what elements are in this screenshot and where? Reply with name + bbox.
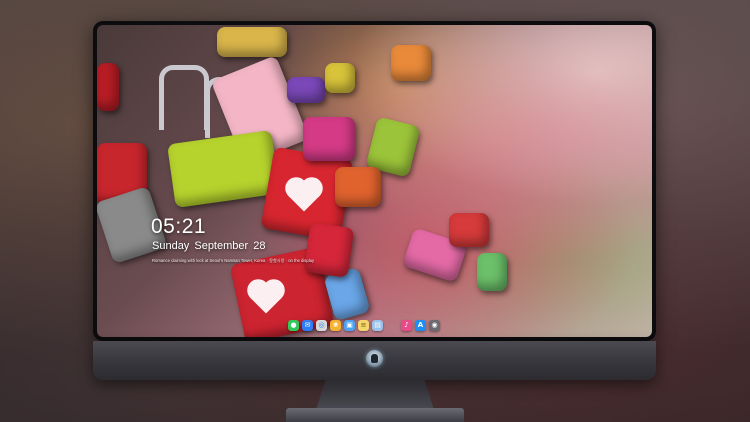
green-padlock (477, 253, 507, 291)
gold-padlock (217, 27, 287, 57)
app-store-icon[interactable]: A (415, 319, 426, 331)
notes-icon[interactable]: ≡ (358, 319, 369, 331)
safari-icon[interactable]: ◎ (316, 319, 327, 331)
monitor-stand-base (286, 408, 464, 422)
red-padlock (449, 213, 489, 247)
lime-padlock (167, 130, 280, 208)
music-icon[interactable]: ♪ (401, 319, 412, 331)
photos-icon[interactable]: ❀ (330, 319, 341, 331)
monitor-stand-neck (316, 380, 434, 410)
mail-icon[interactable]: ✉ (302, 319, 313, 331)
lock-screen-date: Sunday September 28 (152, 240, 266, 252)
padlock-shackle (159, 65, 209, 130)
yellow-padlock (325, 63, 355, 93)
purple-padlock (287, 77, 325, 103)
messages-icon[interactable]: ● (288, 319, 299, 331)
monitor-chin (93, 341, 656, 380)
lock-screen-clock: 05:21 (151, 215, 207, 238)
camera-icon[interactable]: ◉ (429, 319, 440, 331)
lock-screen[interactable]: 05:21 Sunday September 28 Romance claimi… (97, 25, 652, 337)
magenta-padlock (303, 117, 355, 161)
alien-logo-icon (366, 350, 383, 367)
red-padlock (97, 63, 119, 111)
finder-icon[interactable]: ▣ (344, 319, 355, 331)
preview-icon[interactable]: ▤ (372, 319, 383, 331)
orange-padlock (335, 167, 381, 207)
wallpaper-caption: Romance claiming with lock at Seoul's Na… (152, 258, 315, 263)
dock: ● ✉ ◎ ❀ ▣ ≡ ▤ ♪ A ◉ (288, 317, 440, 333)
monitor: 05:21 Sunday September 28 Romance claimi… (93, 21, 656, 341)
red-padlock (303, 222, 355, 278)
orange-padlock (391, 45, 431, 81)
